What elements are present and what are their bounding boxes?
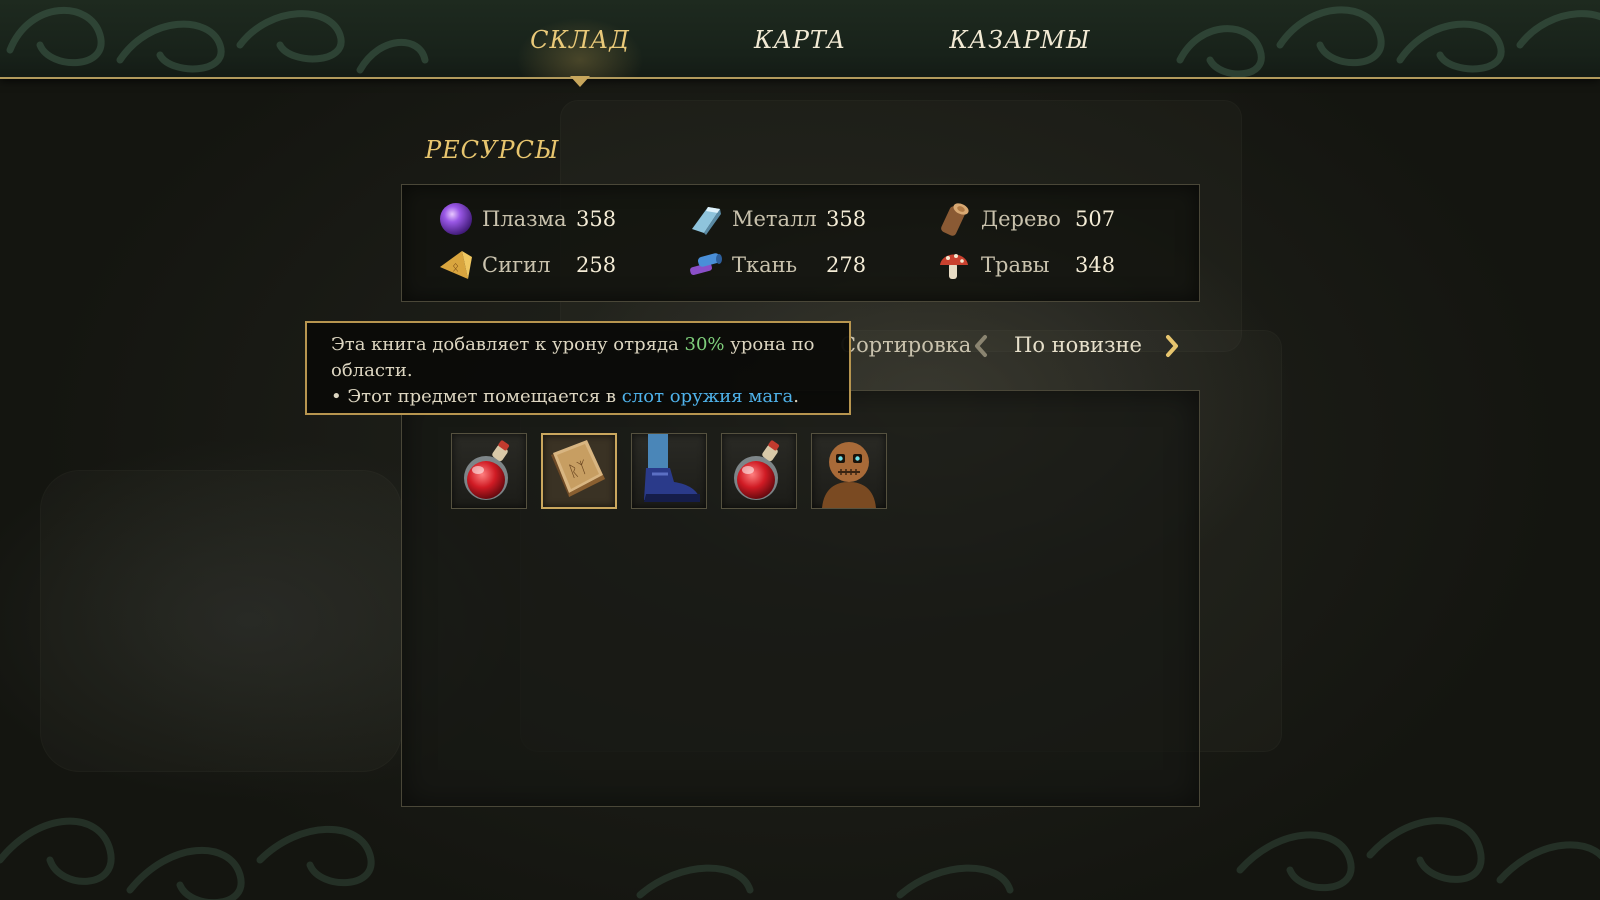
resource-name: Травы (981, 253, 1050, 277)
resource-value: 358 (576, 207, 617, 231)
resource-name: Дерево (981, 207, 1061, 231)
resource-value: 358 (826, 207, 867, 231)
tab-barracks[interactable]: КАЗАРМЫ (935, 20, 1105, 60)
resource-value: 258 (576, 253, 617, 277)
red-potion-icon (734, 440, 780, 500)
inventory-slot-selected[interactable]: ᚱᛉ (541, 433, 617, 509)
resource-plasma: Плазма 358 (438, 201, 616, 237)
game-screen: СКЛАД КАРТА КАЗАРМЫ РЕСУРСЫ Плазма 358 М… (0, 0, 1600, 900)
resource-metal: Металл 358 (688, 201, 866, 237)
background-rock (40, 470, 402, 772)
sort-label: Сортировка (840, 333, 972, 357)
inventory-slot[interactable] (721, 433, 797, 509)
tab-storage[interactable]: СКЛАД (510, 20, 650, 60)
red-potion-icon (464, 440, 510, 500)
tab-map[interactable]: КАРТА (730, 20, 870, 60)
tooltip-damage-percent: 30% (684, 334, 725, 355)
top-navigation-bar: СКЛАД КАРТА КАЗАРМЫ (0, 0, 1600, 79)
chevron-right-icon[interactable] (1162, 333, 1182, 359)
chevron-left-icon[interactable] (971, 333, 991, 359)
inventory-slot[interactable] (631, 433, 707, 509)
resources-title: РЕСУРСЫ (425, 136, 560, 164)
wood-log-icon (941, 203, 969, 236)
scarecrow-doll-icon (822, 442, 876, 508)
resource-name: Металл (732, 207, 817, 231)
resource-wood: Дерево 507 (937, 201, 1115, 237)
bottom-ornament-band (0, 817, 1600, 900)
svg-text:ᛟ: ᛟ (452, 260, 459, 274)
resource-name: Ткань (732, 253, 798, 277)
item-tooltip: Эта книга добавляет к урону отряда 30% у… (305, 321, 851, 415)
tooltip-bullet-text: • Этот предмет помещается в (331, 386, 622, 407)
mushroom-herb-icon (940, 254, 968, 279)
boot-icon (644, 434, 700, 502)
spellbook-icon: ᚱᛉ (551, 440, 605, 497)
resource-sigil: ᛟ Сигил 258 (438, 247, 616, 283)
sort-value: По новизне (1014, 333, 1142, 357)
tooltip-slot-name: слот оружия мага (621, 386, 794, 407)
resource-value: 348 (1075, 253, 1116, 277)
cloth-roll-icon (690, 253, 722, 276)
resource-name: Плазма (482, 207, 567, 231)
active-tab-marker-icon (570, 76, 590, 87)
plasma-orb-icon (440, 203, 472, 235)
inventory-slot[interactable] (451, 433, 527, 509)
resource-value: 278 (826, 253, 867, 277)
metal-ingot-icon (692, 207, 721, 235)
tooltip-text: . (793, 386, 800, 407)
resource-name: Сигил (482, 253, 551, 277)
resource-cloth: Ткань 278 (688, 247, 866, 283)
inventory-slot[interactable] (811, 433, 887, 509)
resource-herbs: Травы 348 (937, 247, 1115, 283)
tooltip-text: Эта книга добавляет к урону отряда (331, 334, 685, 355)
resource-value: 507 (1075, 207, 1116, 231)
sigil-icon: ᛟ (440, 251, 472, 279)
